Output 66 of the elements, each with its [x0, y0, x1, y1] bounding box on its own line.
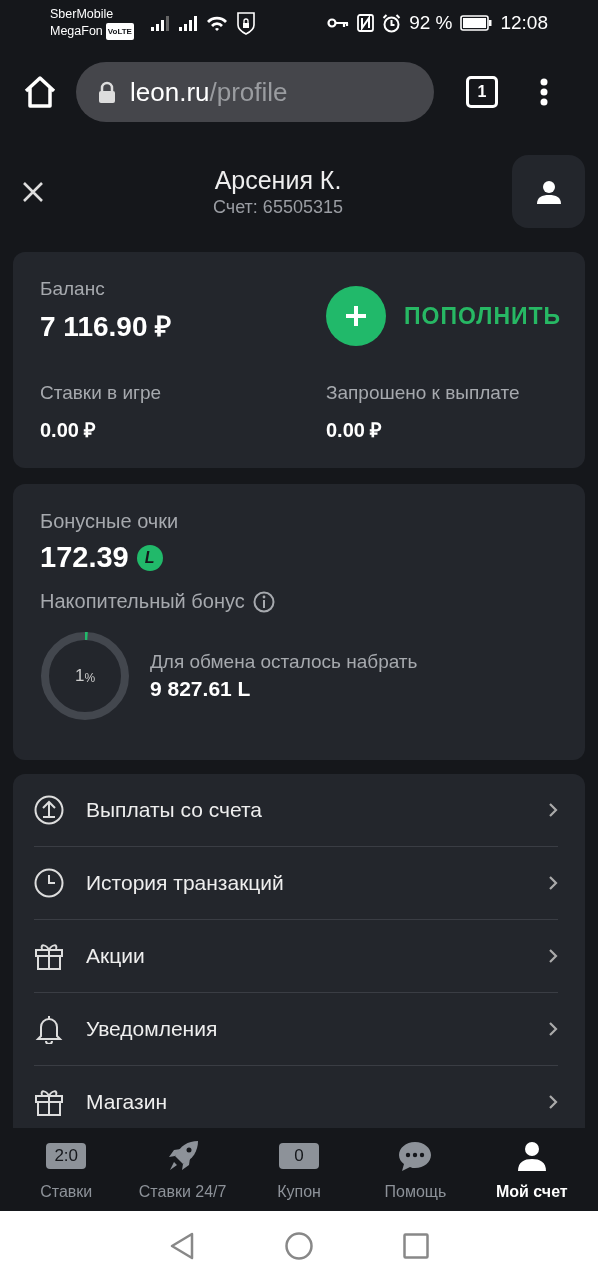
chevron-icon — [548, 875, 558, 891]
profile-button[interactable] — [512, 155, 585, 228]
nav-tab[interactable]: Ставки 24/7 — [124, 1128, 241, 1211]
nfc-icon — [357, 14, 375, 32]
remaining-label: Для обмена осталось набрать — [150, 651, 418, 673]
progress-arc — [84, 632, 88, 641]
alarm-icon — [382, 13, 402, 33]
chevron-icon — [548, 802, 558, 818]
bets-amount: 0.00 ₽ — [40, 418, 98, 443]
chevron-icon — [548, 1094, 558, 1110]
balance-label: Баланс — [40, 278, 106, 300]
account-number: Счет: 65505315 — [213, 196, 343, 218]
person-icon — [536, 179, 561, 204]
plus-icon — [345, 305, 367, 327]
progress-percent: 1% — [74, 666, 96, 686]
remaining-amount: 9 827.61 L — [150, 677, 252, 701]
recents-icon[interactable] — [403, 1232, 429, 1259]
lock-icon — [98, 81, 116, 103]
battery-icon — [460, 15, 493, 31]
wifi-icon — [205, 14, 228, 32]
balance-amount: 7 116.90 ₽ — [40, 310, 173, 344]
score-badge: 0 — [279, 1143, 319, 1169]
address-bar[interactable]: leon.ru/profile — [76, 62, 434, 122]
chat-icon — [398, 1140, 433, 1172]
score-badge: 2:0 — [46, 1143, 87, 1169]
gift-icon — [34, 941, 64, 971]
nav-tab[interactable]: 2:0 Ставки — [8, 1128, 125, 1211]
url-text: leon.ru/profile — [130, 76, 288, 108]
menu-item[interactable]: История транзакций — [34, 847, 558, 920]
payout-requested-label: Запрошено к выплате — [326, 382, 521, 404]
coin-badge: L — [136, 544, 163, 571]
carrier-name: SberMobile — [50, 6, 115, 23]
shield-icon — [235, 11, 256, 35]
payout-requested-amount: 0.00 ₽ — [326, 418, 384, 443]
key-icon — [327, 17, 350, 29]
nav-tab[interactable]: Помощь — [357, 1128, 474, 1211]
bets-label: Ставки в игре — [40, 382, 163, 404]
cumulative-bonus-label: Накопительный бонус — [40, 590, 245, 613]
carrier-name: MegaFon — [50, 23, 103, 40]
menu-item[interactable]: Выплаты со счета — [34, 774, 558, 847]
close-icon[interactable] — [22, 180, 44, 203]
home-icon[interactable] — [22, 75, 58, 109]
gift-icon — [34, 1087, 64, 1117]
chevron-icon — [548, 1021, 558, 1037]
clock-time: 12:08 — [500, 12, 548, 34]
bonus-points-label: Бонусные очки — [40, 510, 179, 532]
battery-percent: 92 % — [409, 12, 453, 34]
volte-badge: VoLTE — [105, 23, 134, 40]
tab-count-button[interactable]: 1 — [466, 76, 498, 108]
bell-icon — [34, 1014, 64, 1044]
person-icon — [516, 1141, 547, 1171]
nav-tab[interactable]: 0 Купон — [240, 1128, 358, 1211]
clock-icon — [34, 868, 64, 898]
menu-item[interactable]: Акции — [34, 920, 558, 993]
user-name: Арсения К. — [214, 165, 342, 195]
signal-icon — [149, 15, 170, 31]
info-icon[interactable] — [252, 590, 275, 613]
top-up-button[interactable]: ПОПОЛНИТЬ — [326, 286, 562, 346]
bonus-points-amount: 172.39 — [40, 541, 129, 574]
more-icon[interactable] — [540, 78, 548, 106]
upload-icon — [34, 795, 64, 825]
signal-icon — [177, 15, 198, 31]
back-icon[interactable] — [169, 1231, 195, 1260]
menu-item[interactable]: Уведомления — [34, 993, 558, 1066]
nav-tab[interactable]: Мой счет — [473, 1128, 591, 1211]
chevron-icon — [548, 948, 558, 964]
